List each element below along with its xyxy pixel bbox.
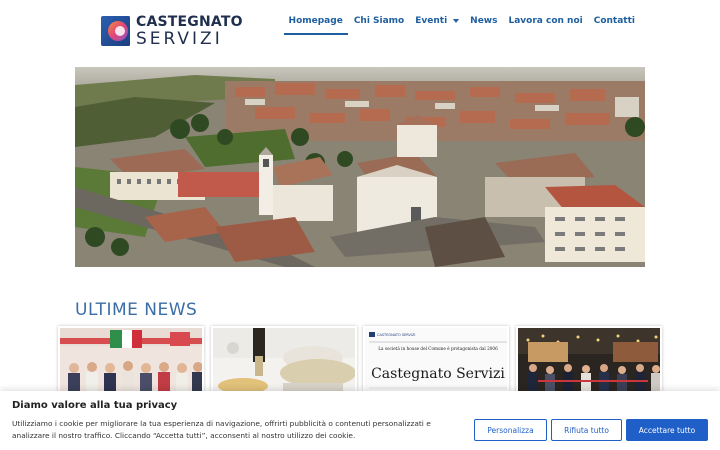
site-header: CASTEGNATO SERVIZI Homepage Chi Siamo Ev…: [0, 0, 720, 60]
reject-all-button[interactable]: Rifiuta tutto: [551, 419, 622, 441]
nav-item-news[interactable]: News: [465, 10, 502, 33]
news-card[interactable]: CASTEGNATO SERVIZI La società in house d…: [363, 326, 510, 396]
accept-all-button[interactable]: Accettare tutto: [626, 419, 708, 441]
nav-item-homepage[interactable]: Homepage: [283, 10, 348, 35]
newspaper-headline: Castegnato Servizi: [371, 366, 505, 382]
news-image-group-photo: [60, 328, 202, 394]
newspaper-logo-text: CASTEGNATO SERVIZI: [377, 333, 415, 337]
news-card[interactable]: [58, 326, 204, 396]
nav-item-chi-siamo[interactable]: Chi Siamo: [349, 10, 409, 33]
news-image-newspaper: CASTEGNATO SERVIZI La società in house d…: [365, 328, 508, 394]
nav-item-contatti[interactable]: Contatti: [589, 10, 640, 33]
logo-name-bottom: SERVIZI: [136, 28, 223, 49]
cookie-banner-text: Utilizziamo i cookie per migliorare la t…: [12, 419, 431, 440]
logo-name-top: CASTEGNATO: [136, 13, 243, 30]
main-nav: Homepage Chi Siamo Eventi News Lavora co…: [283, 10, 640, 35]
news-card[interactable]: [210, 326, 357, 396]
nav-item-eventi[interactable]: Eventi: [410, 10, 464, 33]
cookie-banner: Diamo valore alla tua privacy Utilizziam…: [0, 391, 720, 450]
newspaper-subheading: La società in house del Comune è protago…: [379, 346, 499, 351]
chevron-down-icon: [453, 19, 460, 23]
nav-item-eventi-label: Eventi: [415, 16, 448, 26]
news-grid: CASTEGNATO SERVIZI La società in house d…: [58, 326, 662, 396]
logo-icon: [101, 16, 130, 46]
news-image-wine-table: [212, 328, 355, 394]
customize-cookies-button[interactable]: Personalizza: [474, 419, 547, 441]
hero-aerial-image: [75, 67, 645, 267]
news-card[interactable]: [515, 326, 662, 396]
site-logo[interactable]: CASTEGNATO SERVIZI: [98, 12, 243, 50]
aerial-town-illustration: [75, 67, 645, 267]
section-title-news: ULTIME NEWS: [75, 300, 198, 320]
cookie-banner-title: Diamo valore alla tua privacy: [12, 400, 178, 411]
nav-item-lavora-con-noi[interactable]: Lavora con noi: [503, 10, 587, 33]
news-image-night-event: [517, 328, 660, 394]
